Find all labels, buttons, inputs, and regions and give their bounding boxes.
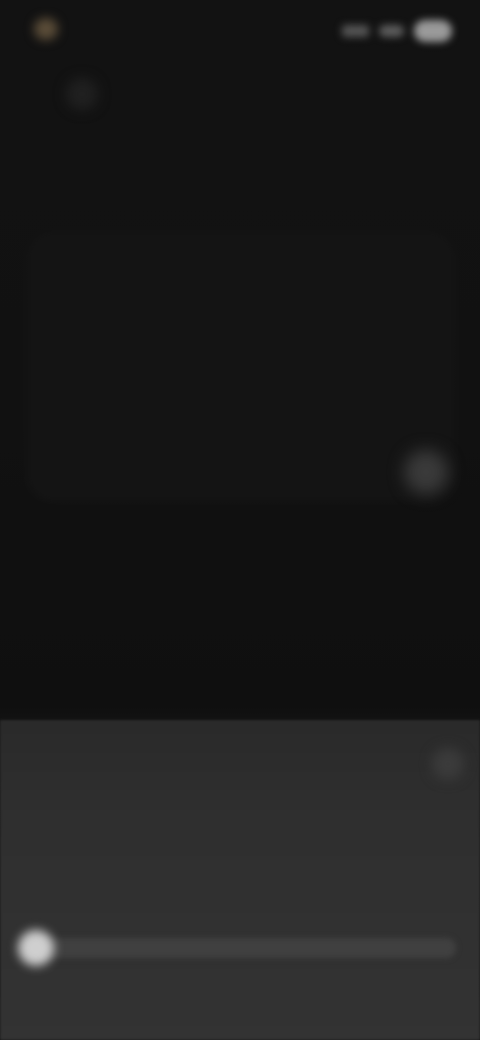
slider-thumb[interactable] xyxy=(18,930,54,966)
sheet-title xyxy=(24,752,84,774)
status-icons xyxy=(342,18,452,44)
wifi-icon xyxy=(378,25,404,37)
sheet-close-button[interactable] xyxy=(432,748,464,780)
slider-track[interactable] xyxy=(36,938,456,958)
page-title xyxy=(140,165,340,189)
app-screen xyxy=(0,0,480,1040)
card-body xyxy=(60,300,360,420)
card-title xyxy=(60,258,280,278)
sheet-sublabel xyxy=(34,896,94,914)
back-button[interactable] xyxy=(66,78,98,110)
status-time xyxy=(34,18,114,40)
signal-icon xyxy=(342,25,369,37)
sheet-label xyxy=(24,826,104,846)
card-action-button[interactable] xyxy=(404,450,448,494)
status-bar xyxy=(0,0,480,64)
battery-icon xyxy=(413,20,452,42)
